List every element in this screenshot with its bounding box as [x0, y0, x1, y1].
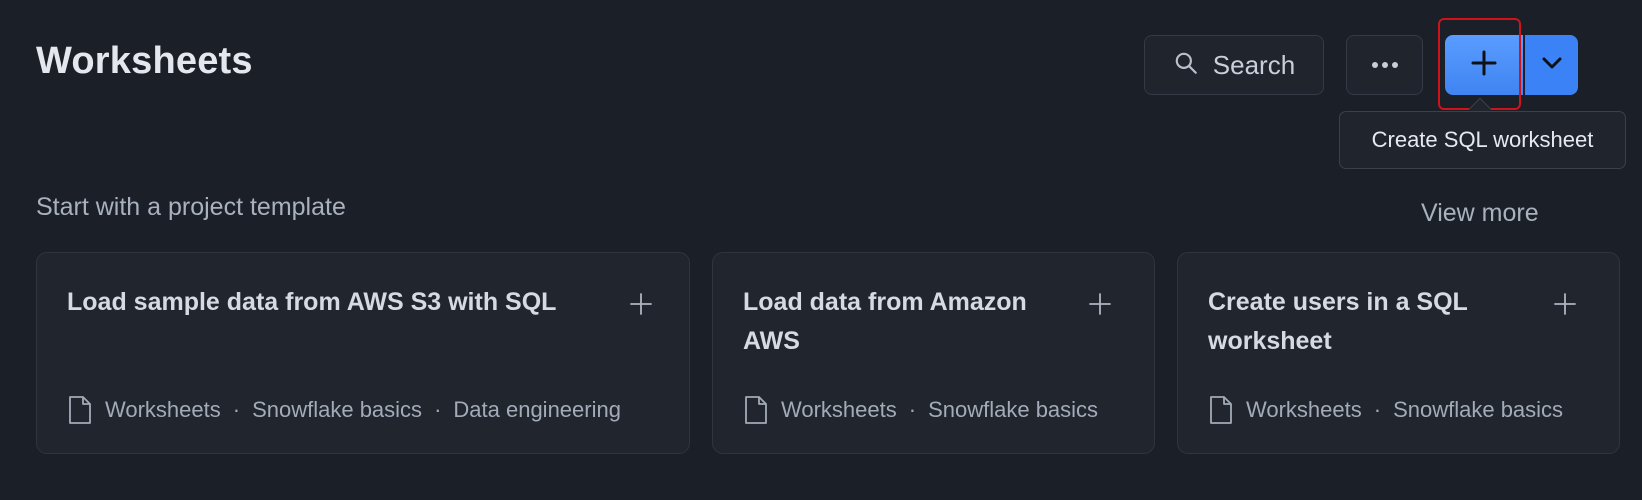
create-button-group [1445, 35, 1578, 95]
document-icon [743, 395, 769, 425]
more-options-button[interactable] [1346, 35, 1423, 95]
add-template-button[interactable] [624, 289, 658, 323]
document-icon [1208, 395, 1234, 425]
template-card[interactable]: Load data from Amazon AWS Worksheets · S… [712, 252, 1155, 454]
worksheets-page: Worksheets Search Create SQL worksheet S… [0, 0, 1642, 500]
template-card[interactable]: Load sample data from AWS S3 with SQL Wo… [36, 252, 690, 454]
card-title: Create users in a SQL worksheet [1208, 288, 1468, 355]
page-title: Worksheets [36, 40, 253, 82]
card-title: Load data from Amazon AWS [743, 288, 1027, 355]
card-tags: Worksheets · Snowflake basics [743, 393, 1098, 427]
add-template-button[interactable] [1548, 289, 1582, 323]
search-button[interactable]: Search [1144, 35, 1324, 95]
search-icon [1173, 50, 1199, 81]
create-worksheet-button[interactable] [1445, 35, 1523, 95]
card-tag: Data engineering [453, 397, 621, 422]
plus-icon [1088, 292, 1112, 321]
ellipsis-icon [1371, 56, 1399, 74]
template-card[interactable]: Create users in a SQL worksheet Workshee… [1177, 252, 1620, 454]
card-tag: Worksheets [1246, 397, 1362, 422]
plus-icon [1553, 292, 1577, 321]
card-tag: Worksheets [105, 397, 221, 422]
card-tag: Worksheets [781, 397, 897, 422]
chevron-down-icon [1541, 56, 1563, 75]
plus-icon [1470, 49, 1498, 82]
create-dropdown-button[interactable] [1525, 35, 1578, 95]
card-title: Load sample data from AWS S3 with SQL [67, 288, 557, 316]
document-icon [67, 395, 93, 425]
card-tags: Worksheets · Snowflake basics [1208, 393, 1563, 427]
card-tag: Snowflake basics [928, 397, 1099, 422]
create-tooltip: Create SQL worksheet [1339, 111, 1626, 169]
search-label: Search [1212, 49, 1296, 80]
plus-icon [629, 292, 653, 321]
view-more-link[interactable]: View more [1421, 199, 1539, 228]
add-template-button[interactable] [1083, 289, 1117, 323]
card-tags: Worksheets · Snowflake basics · Data eng… [67, 393, 621, 427]
card-tag: Snowflake basics [252, 397, 423, 422]
templates-heading: Start with a project template [36, 193, 346, 221]
card-tag: Snowflake basics [1393, 397, 1564, 422]
